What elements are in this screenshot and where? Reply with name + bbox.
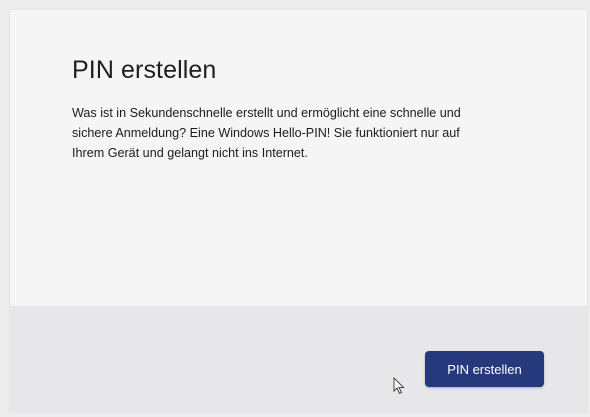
dialog-description: Was ist in Sekundenschnelle erstellt und…	[72, 103, 552, 163]
dialog-title: PIN erstellen	[72, 56, 217, 84]
mouse-pointer-icon	[393, 377, 405, 395]
description-line-2: sichere Anmeldung? Eine Windows Hello-PI…	[72, 126, 460, 140]
screen: PIN erstellen Was ist in Sekundenschnell…	[0, 0, 590, 417]
description-line-3: Ihrem Gerät und gelangt nicht ins Intern…	[72, 146, 308, 160]
create-pin-button[interactable]: PIN erstellen	[425, 351, 544, 387]
description-line-1: Was ist in Sekundenschnelle erstellt und…	[72, 106, 461, 120]
